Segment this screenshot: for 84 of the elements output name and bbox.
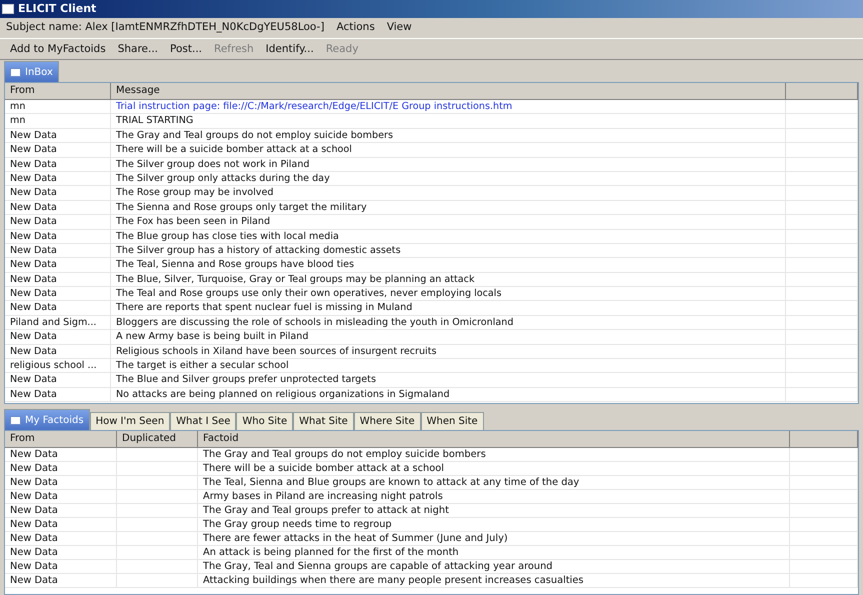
table-cell: The Silver group has a history of attacking domestic assets [111, 244, 786, 258]
tab[interactable]: When Site [420, 412, 484, 430]
table-cell: New Data [5, 158, 111, 171]
table-cell: The Rose group may be involved [111, 186, 786, 200]
table-cell: New Data [5, 143, 111, 157]
table-cell: New Data [5, 476, 117, 489]
table-cell: The Gray, Teal and Sienna groups are capable of attacking year around [198, 560, 790, 573]
table-cell: Army bases in Piland are increasing night patrols [198, 490, 790, 503]
table-cell: The Teal and Rose groups use only their own operatives, never employing locals [111, 287, 786, 300]
table-cell: New Data [5, 344, 111, 358]
window-icon [10, 416, 21, 424]
window-title: ELICIT Client [18, 0, 96, 17]
table-cell: New Data [5, 244, 111, 258]
table-cell: The Gray group needs time to regroup [198, 518, 790, 531]
table-cell: mn [5, 114, 111, 128]
table-cell: New Data [5, 215, 111, 229]
table-cell: The Blue and Silver groups prefer unprotected targets [111, 373, 786, 387]
window-icon [10, 68, 21, 76]
column-header[interactable]: Duplicated [117, 431, 198, 447]
table-cell: New Data [5, 546, 117, 559]
tab[interactable]: What Site [293, 412, 354, 430]
table-cell: New Data [5, 258, 111, 272]
toolbar-button[interactable]: Post... [168, 42, 204, 56]
table-cell: New Data [5, 186, 111, 200]
table-cell: The Blue group has close ties with local media [111, 230, 786, 243]
table-cell: New Data [5, 504, 117, 517]
table-cell: The Blue, Silver, Turquoise, Gray or Teal groups may be planning an attack [111, 272, 786, 286]
table-cell: There are fewer attacks in the heat of Summer (June and July) [198, 532, 790, 545]
table-cell: mn [5, 100, 111, 114]
table-cell: An attack is being planned for the first of the month [198, 546, 790, 559]
table-cell: Bloggers are discussing the role of schools in misleading the youth in Omicronland [111, 316, 786, 330]
column-header[interactable]: Message [111, 83, 786, 99]
table-cell: New Data [5, 574, 117, 587]
table-cell: The Gray and Teal groups do not employ suicide bombers [111, 128, 786, 142]
window-icon [2, 4, 14, 14]
table-cell: New Data [5, 301, 111, 315]
table-cell: The target is either a secular school [111, 359, 786, 372]
column-header[interactable]: From [5, 431, 117, 447]
toolbar-button[interactable]: Identify... [264, 42, 316, 56]
table-cell: New Data [5, 230, 111, 243]
toolbar-button[interactable]: Add to MyFactoids [8, 42, 108, 56]
table-cell: New Data [5, 448, 117, 461]
table-cell: The Silver group does not work in Piland [111, 158, 786, 171]
subject-name: Subject name: Alex [IamtENMRZfhDTEH_N0KcDgYEU58Loo-] [6, 20, 324, 36]
table-cell: New Data [5, 518, 117, 531]
menu-item[interactable]: Actions [336, 20, 375, 36]
table-cell: Piland and Sigm... [5, 316, 111, 330]
menu-item[interactable]: View [386, 20, 412, 36]
tab[interactable]: How I'm Seen [90, 412, 170, 430]
tab[interactable]: Where Site [354, 412, 421, 430]
table-cell: The Silver group only attacks during the day [111, 172, 786, 186]
table-cell: New Data [5, 532, 117, 545]
column-header[interactable]: From [5, 83, 111, 99]
table-cell: Attacking buildings when there are many people present increases casualties [198, 574, 790, 587]
link[interactable]: Trial instruction page: file://C:/Mark/research/Edge/ELICIT/E Group instructions.htm [111, 100, 786, 114]
table-cell: There will be a suicide bomber attack at a school [111, 143, 786, 157]
column-header[interactable]: Factoid [198, 431, 790, 447]
table-cell: TRIAL STARTING [111, 114, 786, 128]
tab[interactable]: Who Site [236, 412, 294, 430]
table-cell: Religious schools in Xiland have been sources of insurgent recruits [111, 344, 786, 358]
table-cell: New Data [5, 128, 111, 142]
table-cell: No attacks are being planned on religious organizations in Sigmaland [111, 388, 786, 402]
table-cell: There are reports that spent nuclear fuel is missing in Muland [111, 301, 786, 315]
table-cell: A new Army base is being built in Piland [111, 330, 786, 344]
table-cell: New Data [5, 388, 111, 402]
table-cell: New Data [5, 330, 111, 344]
table-cell: The Gray and Teal groups prefer to attack at night [198, 504, 790, 517]
tab[interactable]: What I See [170, 412, 236, 430]
table-cell: New Data [5, 200, 111, 214]
table-cell: New Data [5, 462, 117, 475]
table-cell: New Data [5, 287, 111, 300]
table-cell: The Teal, Sienna and Rose groups have blood ties [111, 258, 786, 272]
table-cell: religious school ... [5, 359, 111, 372]
table-cell: There will be a suicide bomber attack at a school [198, 462, 790, 475]
table-cell: The Gray and Teal groups do not employ suicide bombers [198, 448, 790, 461]
table-cell: New Data [5, 172, 111, 186]
table-cell: The Sienna and Rose groups only target the military [111, 200, 786, 214]
table-cell: New Data [5, 373, 111, 387]
table-cell: New Data [5, 490, 117, 503]
table-cell: The Teal, Sienna and Blue groups are known to attack at any time of the day [198, 476, 790, 489]
table-cell: The Fox has been seen in Piland [111, 215, 786, 229]
table-cell: New Data [5, 560, 117, 573]
table-cell: New Data [5, 272, 111, 286]
toolbar-button[interactable]: Share... [116, 42, 160, 56]
